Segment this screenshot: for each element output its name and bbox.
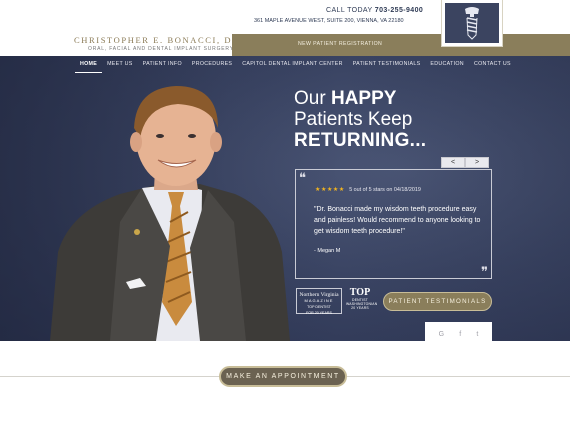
headline-line-3: RETURNING...: [294, 130, 427, 151]
nv-badge-line-4: FOR 20 YEARS: [306, 311, 332, 315]
star-rating-icon: ★★★★★: [315, 187, 345, 193]
nav-procedures[interactable]: PROCEDURES: [187, 56, 237, 73]
patient-testimonials-button[interactable]: PATIENT TESTIMONIALS: [383, 292, 492, 311]
headline-emphasis: HAPPY: [330, 88, 397, 109]
registration-bar: NEW PATIENT REGISTRATION: [232, 34, 570, 56]
social-links: G f t: [425, 322, 492, 341]
practice-tagline: ORAL, FACIAL AND DENTAL IMPLANT SURGERY: [88, 46, 234, 52]
divider-left: [0, 376, 219, 377]
nav-education[interactable]: EDUCATION: [425, 56, 469, 73]
nav-patient-testimonials[interactable]: PATIENT TESTIMONIALS: [348, 56, 426, 73]
quote-close-icon: ❞: [481, 264, 488, 279]
facebook-icon[interactable]: f: [459, 331, 461, 338]
nav-meet-us[interactable]: MEET US: [102, 56, 138, 73]
main-nav: HOME MEET US PATIENT INFO PROCEDURES CAP…: [75, 56, 516, 73]
review-text: "Dr. Bonacci made my wisdom teeth proced…: [314, 206, 481, 235]
reviewer-name: - Megan M: [314, 248, 341, 254]
nav-contact-us[interactable]: CONTACT US: [469, 56, 516, 73]
top-dentist-badge: TOP DENTIST WASHINGTONIAN 20 YEARS: [346, 287, 377, 314]
prev-arrow-icon[interactable]: <: [441, 157, 465, 168]
rating-text: 5 out of 5 stars on 04/18/2019: [349, 187, 421, 193]
nav-capitol-dental-implant-center[interactable]: CAPITOL DENTAL IMPLANT CENTER: [237, 56, 347, 73]
review-slider-controls: < >: [441, 157, 489, 168]
make-appointment-button[interactable]: MAKE AN APPOINTMENT: [219, 366, 347, 387]
headline-prefix: Our: [294, 88, 331, 109]
rating: ★★★★★ 5 out of 5 stars on 04/18/2019: [315, 186, 421, 193]
google-icon[interactable]: G: [439, 331, 444, 338]
headline-line-2: Patients Keep: [294, 109, 413, 130]
address[interactable]: 361 MAPLE AVENUE WEST, SUITE 200, VIENNA…: [254, 18, 404, 24]
top-badge-title: TOP: [349, 287, 371, 298]
hero-headline: Our HAPPY Patients Keep RETURNING...: [294, 88, 426, 151]
hero-section: HOME MEET US PATIENT INFO PROCEDURES CAP…: [0, 56, 570, 341]
call-today[interactable]: CALL TODAY 703-255-9400: [326, 7, 423, 14]
next-arrow-icon[interactable]: >: [465, 157, 489, 168]
northern-virginia-magazine-badge: Northern Virginia MAGAZINE TOP DENTIST F…: [296, 288, 342, 315]
doctor-portrait: [50, 86, 290, 341]
call-label: CALL TODAY: [326, 7, 373, 14]
new-patient-registration-link[interactable]: NEW PATIENT REGISTRATION: [298, 41, 382, 47]
twitter-icon[interactable]: t: [476, 331, 478, 338]
quote-open-icon: ❝: [299, 170, 306, 185]
implant-logo-icon[interactable]: [442, 0, 502, 46]
divider-right: [347, 376, 570, 377]
review-card: ❝ ★★★★★ 5 out of 5 stars on 04/18/2019 "…: [295, 169, 492, 279]
phone-number[interactable]: 703-255-9400: [375, 7, 423, 14]
nav-home[interactable]: HOME: [75, 56, 103, 73]
site-header: CHRISTOPHER E. BONACCI, DDS, MD ORAL, FA…: [0, 0, 570, 56]
nav-patient-info[interactable]: PATIENT INFO: [138, 56, 187, 73]
headline-line-1: Our HAPPY: [294, 88, 426, 109]
top-badge-line-3: 20 YEARS: [351, 306, 369, 310]
